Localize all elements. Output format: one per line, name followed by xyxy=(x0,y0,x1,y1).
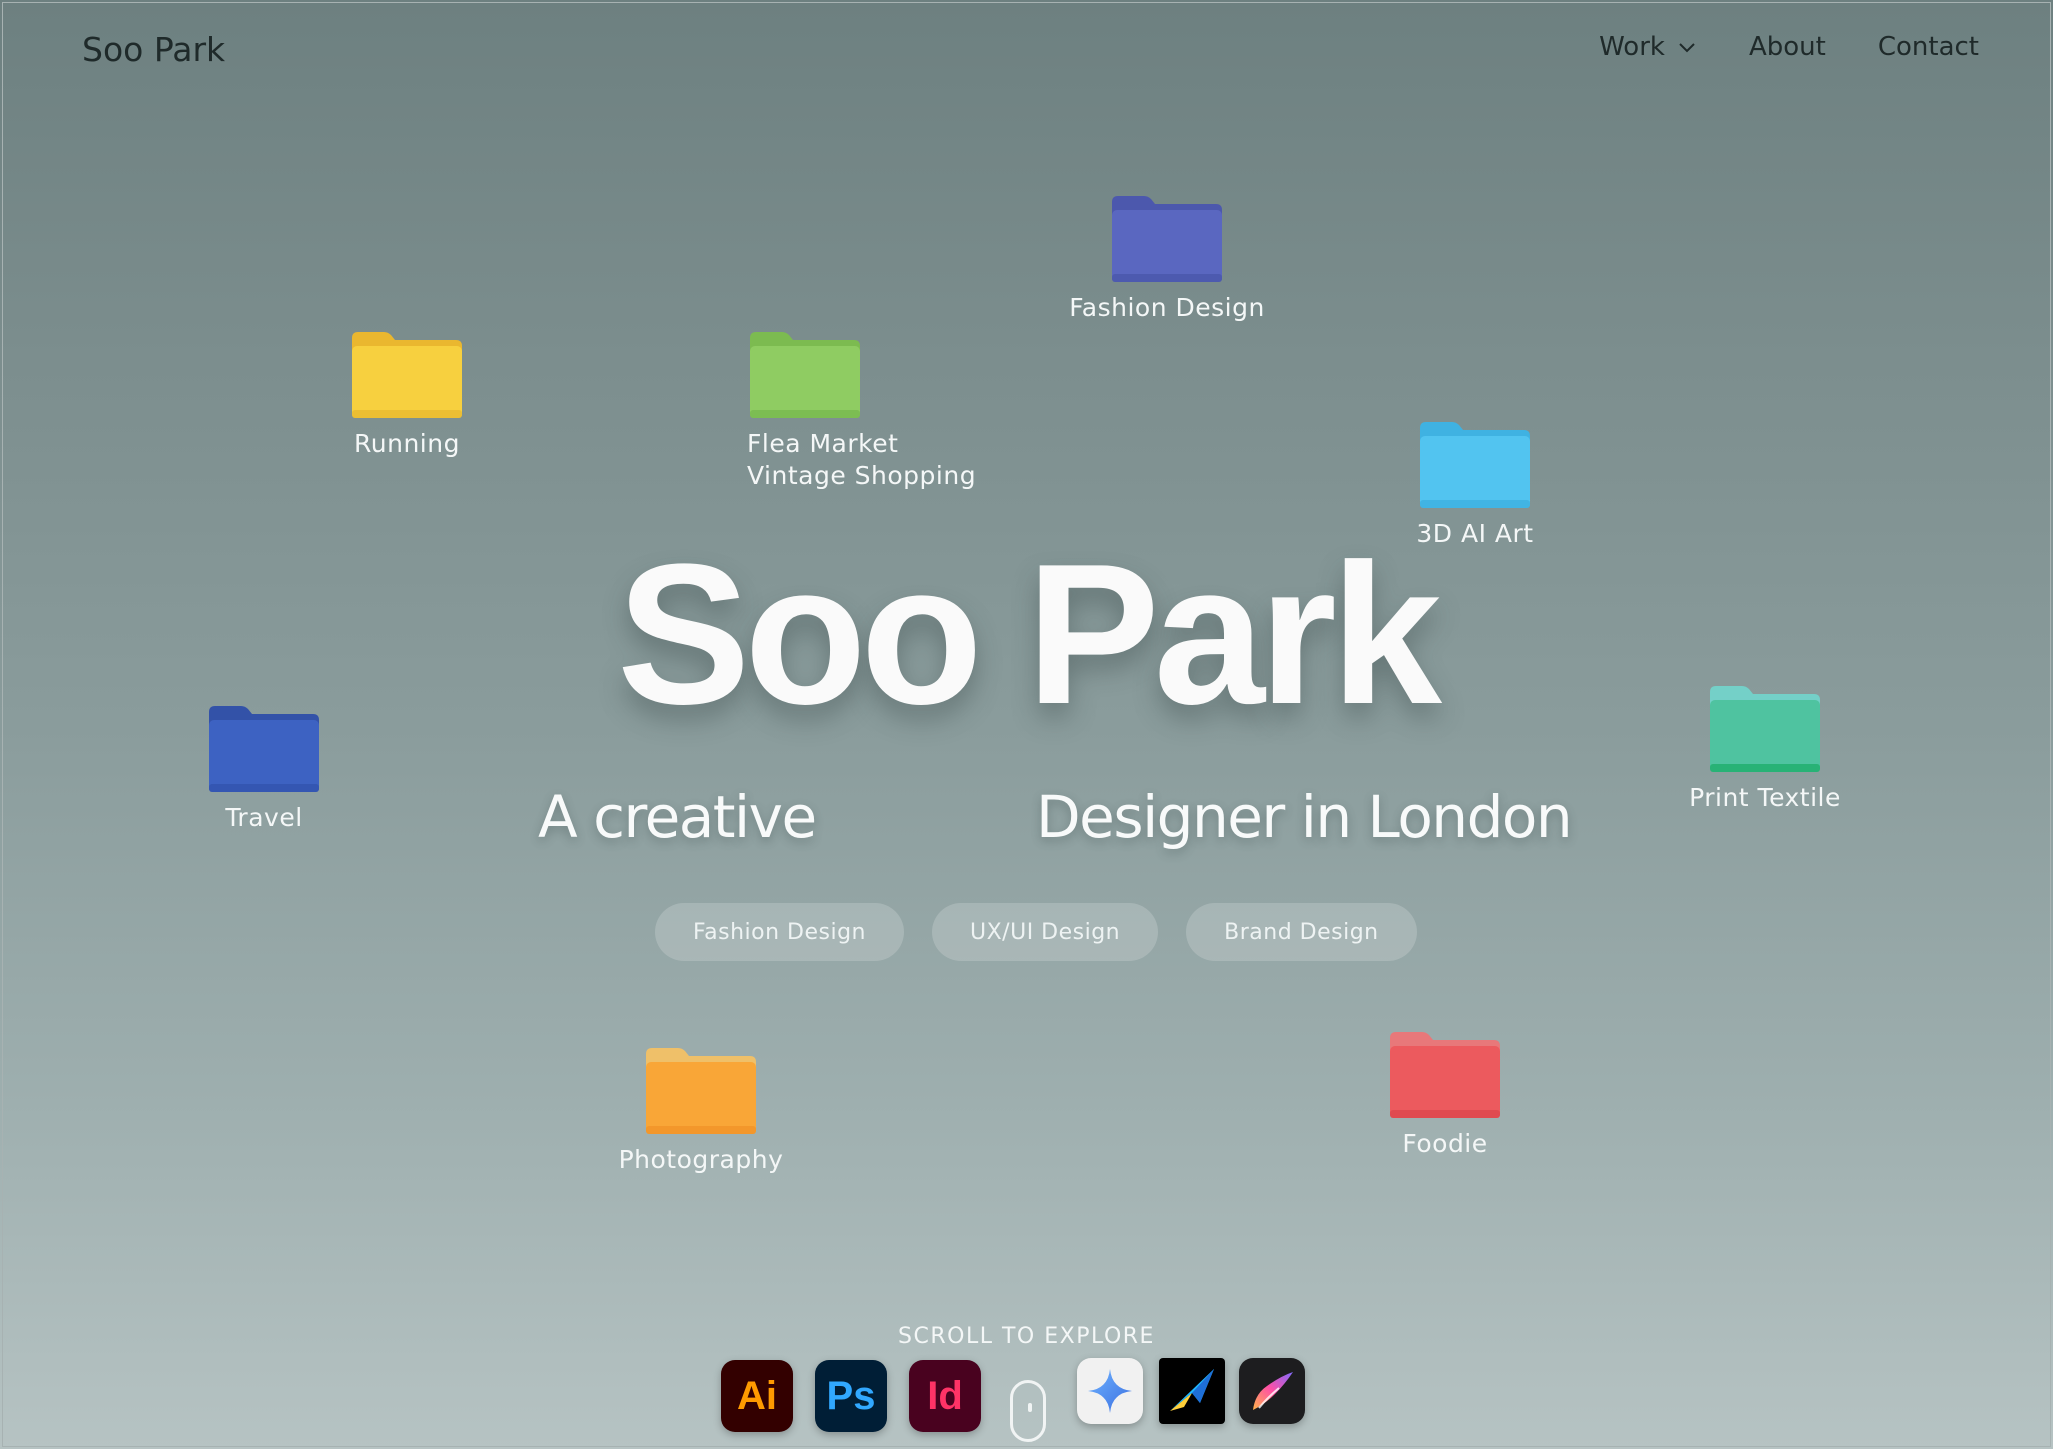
main-nav: Work About Contact xyxy=(1599,32,1979,62)
folder-fashion-design[interactable]: Fashion Design xyxy=(1047,194,1287,324)
folder-label-line: Vintage Shopping xyxy=(747,461,977,490)
scroll-hint: SCROLL TO EXPLORE xyxy=(898,1324,1155,1349)
tag-brand-design[interactable]: Brand Design xyxy=(1186,903,1417,961)
nav-about-link[interactable]: About xyxy=(1749,32,1826,62)
chevron-down-icon xyxy=(1679,43,1695,53)
folder-label: Foodie xyxy=(1402,1129,1488,1158)
tag-ux-ui-design[interactable]: UX/UI Design xyxy=(932,903,1159,961)
mouse-scroll-icon[interactable] xyxy=(1010,1380,1046,1442)
folder-label: Photography xyxy=(618,1145,784,1174)
hero-title: Soo Park xyxy=(617,523,1442,746)
sparkle-glyph xyxy=(1088,1369,1132,1413)
hero-subtitle-right: Designer in London xyxy=(1036,783,1573,851)
folder-icon xyxy=(1420,422,1530,508)
folder-icon xyxy=(352,332,462,418)
folder-foodie[interactable]: Foodie xyxy=(1325,1030,1565,1160)
folder-label: Running xyxy=(354,429,460,458)
adobe-illustrator-icon[interactable]: Ai xyxy=(721,1360,793,1432)
brand-logo-link[interactable]: Soo Park xyxy=(82,30,225,69)
folder-icon xyxy=(1112,196,1222,282)
folder-icon xyxy=(750,332,860,418)
page: Soo Park Work About Contact Fashion Desi… xyxy=(0,0,2053,1449)
folder-label-line: Flea Market xyxy=(747,429,899,458)
folder-label: Fashion Design xyxy=(1069,293,1265,322)
nav-work-dropdown[interactable]: Work xyxy=(1599,32,1697,62)
mouse-wheel xyxy=(1028,1403,1032,1412)
folder-photography[interactable]: Photography xyxy=(581,1046,821,1176)
folder-icon xyxy=(1390,1032,1500,1118)
procreate-brush-icon[interactable] xyxy=(1239,1358,1305,1424)
nav-work-label: Work xyxy=(1599,32,1665,62)
adobe-indesign-icon[interactable]: Id xyxy=(909,1360,981,1432)
folder-flea-market[interactable]: Flea Market Vintage Shopping xyxy=(685,330,976,492)
nav-contact-link[interactable]: Contact xyxy=(1878,32,1979,62)
brush-glyph xyxy=(1253,1372,1293,1410)
tag-fashion-design[interactable]: Fashion Design xyxy=(655,903,904,961)
skill-tags: Fashion Design UX/UI Design Brand Design xyxy=(655,903,1417,961)
gemini-sparkle-icon[interactable] xyxy=(1077,1358,1143,1424)
adobe-photoshop-icon[interactable]: Ps xyxy=(815,1360,887,1432)
folder-label: Travel xyxy=(225,803,303,832)
hero-subtitle-left: A creative xyxy=(538,783,817,851)
folder-running[interactable]: Running xyxy=(287,330,527,460)
folder-icon xyxy=(646,1048,756,1134)
folder-label: Flea Market Vintage Shopping xyxy=(747,428,976,492)
spline-arrow-icon[interactable] xyxy=(1159,1358,1225,1424)
arrow-glyph xyxy=(1170,1369,1214,1411)
folder-label: Print Textile xyxy=(1689,783,1841,812)
